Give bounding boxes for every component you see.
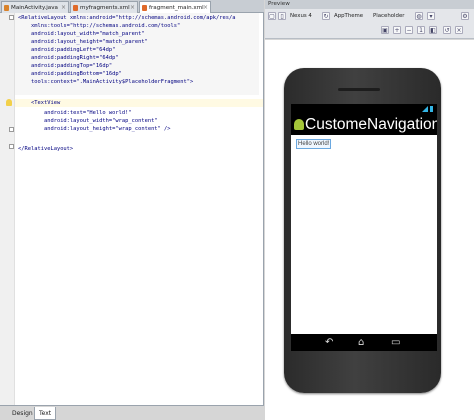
code-line: xmlns:tools="http://schemas.android.com/…	[18, 23, 181, 29]
phone-icon[interactable]: ▯	[278, 12, 286, 20]
zoom-fit-icon[interactable]: ▣	[381, 26, 389, 34]
device-selector[interactable]: Nexus 4	[290, 12, 312, 21]
screenshot-icon[interactable]: ◧	[429, 26, 437, 34]
home-icon[interactable]: ⌂	[358, 337, 364, 348]
battery-icon	[430, 106, 433, 112]
layout-config-icon[interactable]: ▢	[268, 12, 276, 20]
code-line: <RelativeLayout xmlns:android="http://sc…	[18, 15, 236, 21]
code-line: android:paddingLeft="64dp"	[18, 47, 116, 53]
tab-main-activity[interactable]: MainActivity.java ×	[1, 1, 69, 13]
tab-myfragments[interactable]: myfragments.xml ×	[70, 1, 138, 13]
java-file-icon	[4, 5, 9, 11]
settings-icon[interactable]: ⚙	[461, 12, 469, 20]
tab-label: fragment_main.xml	[149, 5, 204, 11]
tab-label: myfragments.xml	[80, 5, 130, 11]
preview-title: Preview	[265, 0, 474, 9]
code-line: </RelativeLayout>	[18, 146, 74, 152]
refresh-icon[interactable]: ↺	[443, 26, 451, 34]
app-title: CustomeNavigationD	[305, 116, 437, 133]
phone-screen: CustomeNavigationD Hello world! ↶ ⌂ ▭	[291, 104, 437, 351]
code-line: android:paddingBottom="16dp"	[18, 71, 122, 77]
orientation-icon[interactable]: ↻	[322, 12, 330, 20]
editor-gutter	[0, 13, 15, 405]
code-line: tools:context=".MainActivity$Placeholder…	[18, 79, 194, 85]
xml-file-icon	[142, 5, 147, 11]
android-app-icon	[294, 119, 304, 130]
back-icon[interactable]: ↶	[325, 337, 333, 348]
status-bar	[291, 104, 437, 114]
editor-mode-bar: Design Text	[0, 405, 264, 420]
fold-marker-icon[interactable]	[9, 144, 14, 149]
code-line: android:layout_width="match_parent"	[18, 31, 145, 37]
code-line: android:layout_height="wrap_content" />	[18, 126, 171, 132]
navigation-bar: ↶ ⌂ ▭	[291, 334, 437, 351]
xml-file-icon	[73, 5, 78, 11]
close-tab-icon[interactable]: ×	[130, 2, 135, 13]
code-line: android:text="Hello world!"	[18, 110, 132, 116]
close-preview-icon[interactable]: ×	[455, 26, 463, 34]
phone-speaker	[338, 88, 380, 91]
code-line: <TextView	[18, 100, 61, 106]
code-line: android:paddingRight="64dp"	[18, 55, 119, 61]
lightbulb-icon[interactable]	[6, 99, 12, 106]
editor-tab-bar: MainActivity.java × myfragments.xml × fr…	[0, 0, 264, 14]
signal-icon	[422, 106, 428, 112]
code-line: android:layout_height="match_parent"	[18, 39, 148, 45]
activity-selector[interactable]: Placeholder	[373, 12, 405, 21]
code-editor[interactable]: <RelativeLayout xmlns:android="http://sc…	[0, 13, 264, 405]
tab-design[interactable]: Design	[8, 407, 37, 420]
preview-toolbar: ▢ ▯ Nexus 4 ↻ AppTheme Placeholder ◍ ▾ ⚙…	[265, 9, 474, 39]
zoom-actual-icon[interactable]: 1	[417, 26, 425, 34]
zoom-in-icon[interactable]: +	[393, 26, 401, 34]
fold-marker-icon[interactable]	[9, 15, 14, 20]
fold-marker-icon[interactable]	[9, 127, 14, 132]
zoom-out-icon[interactable]: −	[405, 26, 413, 34]
code-line: android:layout_width="wrap_content"	[18, 118, 158, 124]
locale-icon[interactable]: ◍	[415, 12, 423, 20]
tab-label: MainActivity.java	[11, 5, 58, 11]
hello-world-textview[interactable]: Hello world!	[296, 139, 332, 149]
code-line: android:paddingTop="16dp"	[18, 63, 113, 69]
action-bar: CustomeNavigationD	[291, 114, 437, 135]
api-level-icon[interactable]: ▾	[427, 12, 435, 20]
tab-text[interactable]: Text	[34, 407, 57, 420]
recent-apps-icon[interactable]: ▭	[391, 337, 400, 348]
theme-selector[interactable]: AppTheme	[334, 12, 363, 21]
close-tab-icon[interactable]: ×	[61, 2, 66, 13]
